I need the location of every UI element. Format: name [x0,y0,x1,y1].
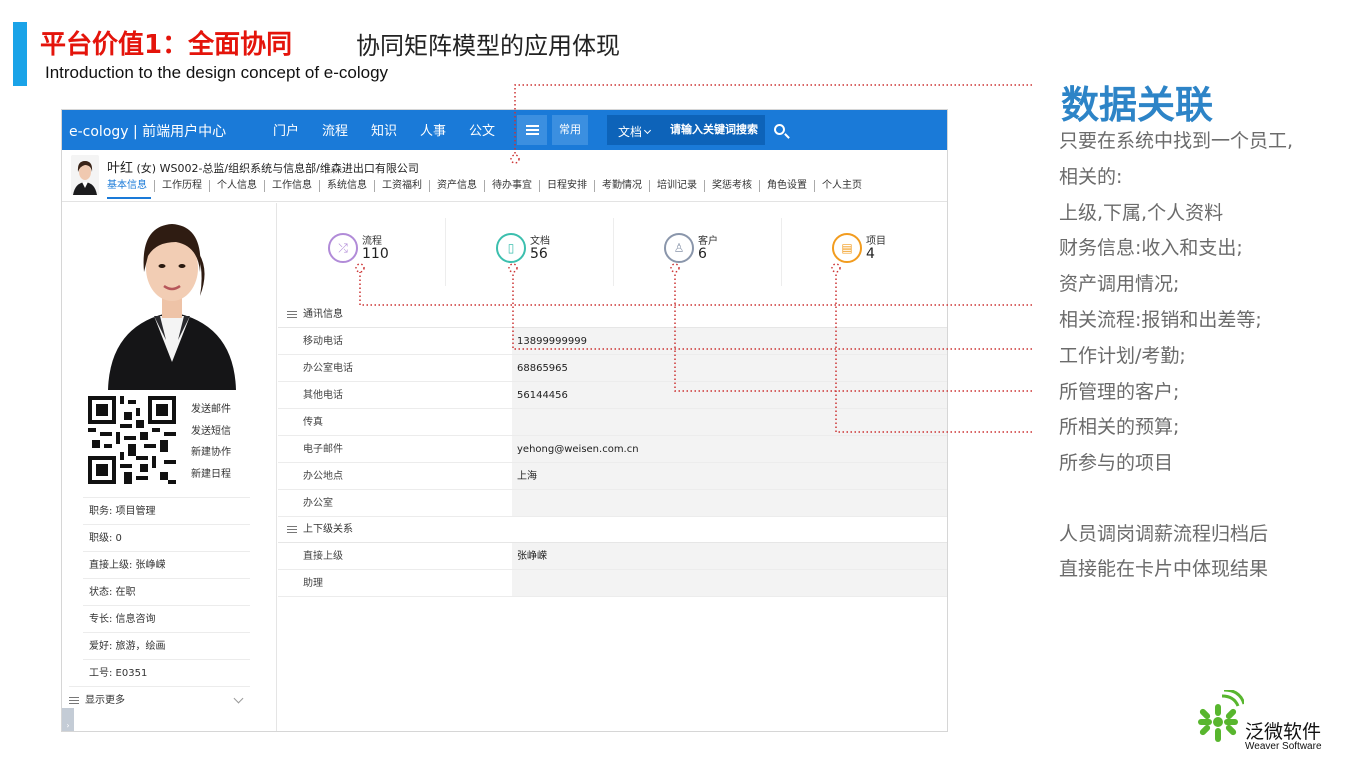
panel-title: 数据关联 [1061,83,1214,127]
panel-line: 上级,下属,个人资料 [1059,201,1224,224]
connector-line [512,272,1032,350]
connector-line [359,272,1032,306]
panel-line: 相关流程:报销和出差等; [1059,308,1262,331]
connector-line [674,272,1032,392]
panel-line: 所参与的项目 [1059,452,1174,475]
panel-line: 财务信息:收入和支出; [1059,237,1243,260]
panel-line: 所相关的预算; [1059,416,1180,439]
connector-line [835,272,1032,433]
connector-endpoint [508,263,518,273]
logo-text-en: Weaver Software [1245,741,1322,752]
connector-endpoint [831,263,841,273]
logo-text-cn: 泛微软件 [1245,721,1322,743]
panel-list: 只要在系统中找到一个员工, 相关的: 上级,下属,个人资料 财务信息:收入和支出… [1059,124,1293,482]
connector-endpoint [355,263,365,273]
panel-line: 只要在系统中找到一个员工, [1059,130,1294,152]
connector-endpoint [510,154,520,164]
panel-line: 相关的: [1059,165,1123,188]
connector-line [514,84,1032,155]
connector-endpoint [670,263,680,273]
panel-line: 资产调用情况; [1059,273,1180,296]
panel-note-line: 人员调岗调薪流程归档后 [1059,523,1269,545]
panel-line: 工作计划/考勤; [1059,344,1186,367]
panel-note-line: 直接能在卡片中体现结果 [1059,558,1269,580]
weaver-logo-icon [1198,690,1244,742]
panel-line: 所管理的客户; [1059,380,1180,403]
panel-note: 人员调岗调薪流程归档后 直接能在卡片中体现结果 [1059,517,1268,587]
